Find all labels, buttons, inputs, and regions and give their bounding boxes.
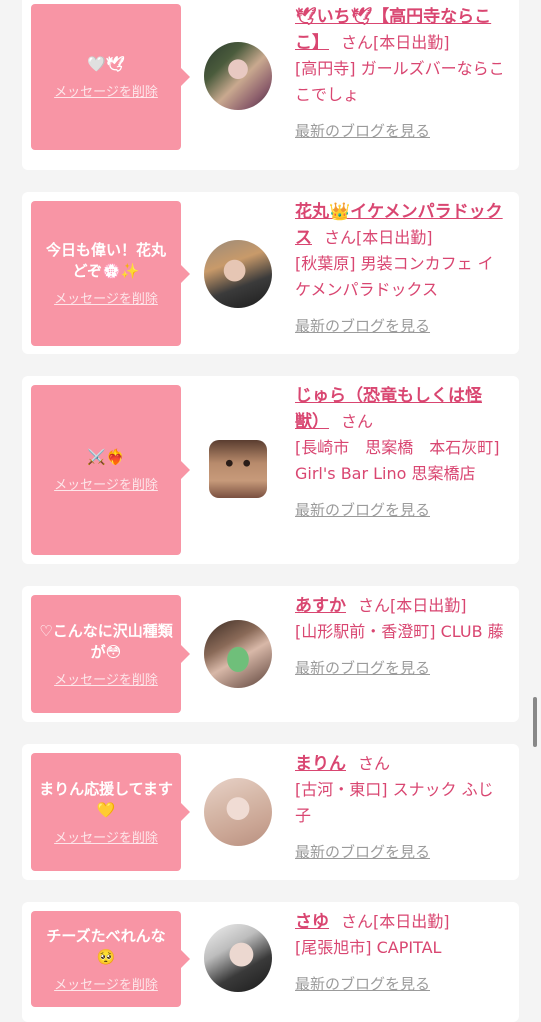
- status-badge: [本日出勤]: [373, 33, 450, 52]
- shop-name: [長崎市 思案橋 本石灰町] Girl's Bar Lino 思案橋店: [295, 438, 500, 483]
- list-item: まりん応援してます💛 メッセージを削除 まりん さん [古河・東口] スナック ふ…: [22, 744, 519, 880]
- user-name-link[interactable]: さゆ: [295, 912, 329, 932]
- list-item: 🤍🕊 メッセージを削除 🕊いち🕊【高円寺ならここ】 さん[本日出勤] [高円寺] …: [22, 0, 519, 170]
- message-bubble: 今日も偉い！花丸どぞ💮✨ メッセージを削除: [31, 201, 190, 346]
- scrollbar[interactable]: [533, 697, 537, 747]
- avatar[interactable]: [204, 240, 272, 308]
- status-badge: [本日出勤]: [356, 228, 433, 247]
- avatar[interactable]: [209, 440, 267, 498]
- delete-message-link[interactable]: メッセージを削除: [54, 974, 158, 993]
- message-text: ♡こんなに沢山種類が😳: [39, 621, 173, 661]
- shop-name: [高円寺] ガールズバーならここでしょ: [295, 59, 505, 104]
- san-label: さん: [358, 754, 391, 773]
- san-label: さん: [341, 912, 374, 931]
- avatar[interactable]: [204, 924, 272, 992]
- message-text: まりん応援してます💛: [39, 779, 173, 819]
- blog-link[interactable]: 最新のブログを見る: [295, 971, 430, 997]
- avatar[interactable]: [204, 620, 272, 688]
- user-name-link[interactable]: じゅら（恐竜もしくは怪獣）: [295, 386, 482, 432]
- message-bubble: ♡こんなに沢山種類が😳 メッセージを削除: [31, 595, 190, 713]
- user-info: まりん さん [古河・東口] スナック ふじ子 最新のブログを見る: [295, 751, 505, 865]
- delete-message-link[interactable]: メッセージを削除: [54, 81, 158, 100]
- blog-link[interactable]: 最新のブログを見る: [295, 313, 430, 339]
- blog-link[interactable]: 最新のブログを見る: [295, 839, 430, 865]
- san-label: さん: [341, 33, 374, 52]
- list-item: ♡こんなに沢山種類が😳 メッセージを削除 あすか さん[本日出勤] [山形駅前・香…: [22, 586, 519, 722]
- blog-link[interactable]: 最新のブログを見る: [295, 497, 430, 523]
- status-badge: [本日出勤]: [373, 912, 450, 931]
- san-label: さん: [341, 412, 374, 431]
- blog-link[interactable]: 最新のブログを見る: [295, 118, 430, 144]
- delete-message-link[interactable]: メッセージを削除: [54, 669, 158, 688]
- list-item: 今日も偉い！花丸どぞ💮✨ メッセージを削除 花丸👑イケメンパラドックス さん[本日…: [22, 192, 519, 354]
- shop-name: [尾張旭市] CAPITAL: [295, 938, 442, 957]
- user-info: さゆ さん[本日出勤] [尾張旭市] CAPITAL 最新のブログを見る: [295, 909, 505, 997]
- message-bubble: チーズたべれんな🥺 メッセージを削除: [31, 911, 190, 1007]
- shop-name: [秋葉原] 男装コンカフェ イケメンパラドックス: [295, 254, 494, 299]
- shop-name: [古河・東口] スナック ふじ子: [295, 780, 494, 825]
- avatar[interactable]: [204, 778, 272, 846]
- message-bubble: 🤍🕊 メッセージを削除: [31, 4, 190, 150]
- message-text: 今日も偉い！花丸どぞ💮✨: [45, 241, 166, 280]
- message-text: チーズたべれんな🥺: [46, 926, 166, 966]
- shop-name: [山形駅前・香澄町] CLUB 藤: [295, 622, 504, 641]
- delete-message-link[interactable]: メッセージを削除: [54, 827, 158, 846]
- list-item: ⚔️❤️‍🔥 メッセージを削除 じゅら（恐竜もしくは怪獣） さん [長崎市 思案橋…: [22, 376, 519, 564]
- user-name-link[interactable]: あすか: [295, 596, 346, 616]
- message-list: 🤍🕊 メッセージを削除 🕊いち🕊【高円寺ならここ】 さん[本日出勤] [高円寺] …: [0, 0, 541, 1022]
- message-bubble: ⚔️❤️‍🔥 メッセージを削除: [31, 385, 190, 555]
- blog-link[interactable]: 最新のブログを見る: [295, 655, 430, 681]
- user-name-link[interactable]: まりん: [295, 754, 346, 774]
- san-label: さん: [324, 228, 357, 247]
- message-text: ⚔️❤️‍🔥: [87, 448, 125, 466]
- delete-message-link[interactable]: メッセージを削除: [54, 474, 158, 493]
- avatar[interactable]: [204, 42, 272, 110]
- message-text: 🤍🕊: [87, 55, 125, 73]
- san-label: さん: [358, 596, 391, 615]
- list-item: チーズたべれんな🥺 メッセージを削除 さゆ さん[本日出勤] [尾張旭市] CAP…: [22, 902, 519, 1022]
- user-info: あすか さん[本日出勤] [山形駅前・香澄町] CLUB 藤 最新のブログを見る: [295, 593, 505, 681]
- user-info: じゅら（恐竜もしくは怪獣） さん [長崎市 思案橋 本石灰町] Girl's Ba…: [295, 383, 505, 523]
- message-bubble: まりん応援してます💛 メッセージを削除: [31, 753, 190, 871]
- user-info: 花丸👑イケメンパラドックス さん[本日出勤] [秋葉原] 男装コンカフェ イケメン…: [295, 199, 505, 339]
- user-info: 🕊いち🕊【高円寺ならここ】 さん[本日出勤] [高円寺] ガールズバーならここでし…: [295, 4, 505, 144]
- delete-message-link[interactable]: メッセージを削除: [54, 288, 158, 307]
- status-badge: [本日出勤]: [390, 596, 467, 615]
